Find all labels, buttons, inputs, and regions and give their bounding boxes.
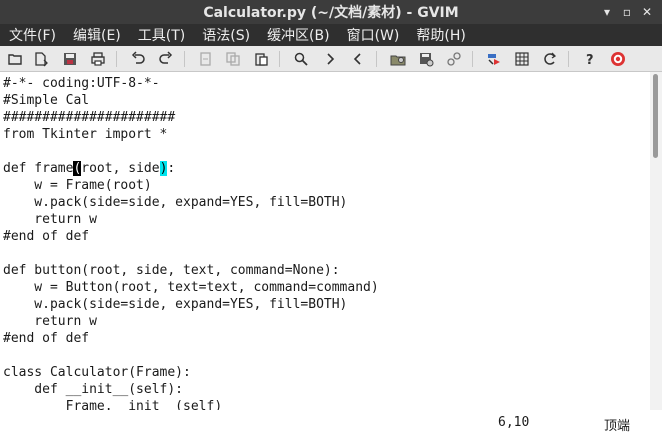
- menu-tools[interactable]: 工具(T): [129, 25, 193, 45]
- help-icon[interactable]: ?: [580, 49, 600, 69]
- code-line: #Simple Cal: [3, 93, 90, 108]
- toolbar: ?: [0, 46, 662, 72]
- code-line: def button(root, side, text, command=Non…: [3, 263, 340, 278]
- code-line: #-*- coding:UTF-8-*-: [3, 76, 160, 91]
- redo-icon[interactable]: [156, 49, 176, 69]
- code-line: return w: [3, 212, 97, 227]
- cursor-position: 6,10: [498, 415, 530, 430]
- svg-text:?: ?: [586, 53, 594, 67]
- code-text: :: [167, 161, 176, 176]
- menu-edit[interactable]: 编辑(E): [64, 25, 129, 45]
- find-prev-icon[interactable]: [348, 49, 368, 69]
- menu-window[interactable]: 窗口(W): [338, 25, 408, 45]
- code-line: from Tkinter import *: [3, 127, 168, 142]
- menu-file[interactable]: 文件(F): [0, 25, 64, 45]
- open-file-icon[interactable]: [5, 49, 25, 69]
- paste-icon[interactable]: [251, 49, 271, 69]
- menu-syntax[interactable]: 语法(S): [193, 25, 258, 45]
- code-line: return w: [3, 314, 97, 329]
- load-script-icon[interactable]: [388, 49, 408, 69]
- save-icon[interactable]: [60, 49, 80, 69]
- run-script-icon[interactable]: [444, 49, 464, 69]
- code-line: ######################: [3, 110, 176, 125]
- make-icon[interactable]: [484, 49, 504, 69]
- find-icon[interactable]: [291, 49, 311, 69]
- scroll-location: 顶端: [604, 419, 631, 434]
- maximize-button[interactable]: ▫: [618, 3, 636, 21]
- menu-bar: 文件(F) 编辑(E) 工具(T) 语法(S) 缓冲区(B) 窗口(W) 帮助(…: [0, 24, 662, 46]
- tag-jump-icon[interactable]: [540, 49, 560, 69]
- text-editor[interactable]: #-*- coding:UTF-8-*- #Simple Cal #######…: [0, 72, 650, 410]
- code-line: class Calculator(Frame):: [3, 365, 191, 380]
- ctags-icon[interactable]: [512, 49, 532, 69]
- load-session-icon[interactable]: [31, 49, 51, 69]
- menu-help[interactable]: 帮助(H): [407, 25, 473, 45]
- code-line-cursor: def frame(root, side):: [3, 160, 175, 177]
- code-line: def __init__(self):: [3, 382, 184, 397]
- code-line: #end of def: [3, 331, 90, 346]
- code-line: w = Frame(root): [3, 178, 152, 193]
- code-text: def frame: [3, 161, 74, 176]
- code-line: #end of def: [3, 229, 90, 244]
- title-bar: Calculator.py (~/文档/素材) - GVIM ▾ ▫ ✕: [0, 0, 662, 24]
- minimize-button[interactable]: ▾: [598, 3, 616, 21]
- code-text: root, side: [81, 161, 160, 176]
- find-help-icon[interactable]: [608, 49, 628, 69]
- window-title: Calculator.py (~/文档/素材) - GVIM: [203, 5, 459, 21]
- undo-icon[interactable]: [128, 49, 148, 69]
- save-session-icon[interactable]: [416, 49, 436, 69]
- status-line: 6,10 顶端: [0, 410, 662, 435]
- find-next-icon[interactable]: [320, 49, 340, 69]
- vertical-scrollbar[interactable]: [650, 72, 662, 410]
- menu-buffers[interactable]: 缓冲区(B): [258, 25, 338, 45]
- code-line: w.pack(side=side, expand=YES, fill=BOTH): [3, 297, 348, 312]
- cut-icon[interactable]: [196, 49, 216, 69]
- close-button[interactable]: ✕: [638, 3, 656, 21]
- code-line: Frame.__init__(self): [3, 399, 223, 410]
- copy-icon[interactable]: [223, 49, 243, 69]
- scrollbar-thumb[interactable]: [653, 74, 658, 158]
- code-line: w.pack(side=side, expand=YES, fill=BOTH): [3, 195, 348, 210]
- print-icon[interactable]: [88, 49, 108, 69]
- code-line: w = Button(root, text=text, command=comm…: [3, 280, 379, 295]
